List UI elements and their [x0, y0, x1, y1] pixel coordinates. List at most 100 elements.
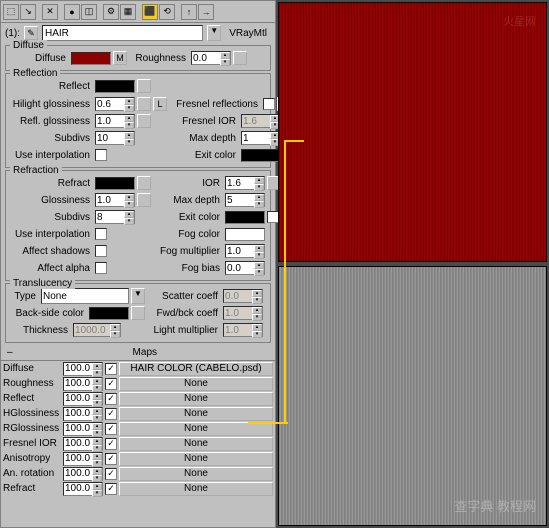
map-slot-button[interactable]: None [119, 437, 273, 451]
map-slot-button[interactable]: None [119, 377, 273, 391]
refr-exit-label: Exit color [159, 212, 223, 223]
fogbias-spinner[interactable]: ▴▾ [225, 261, 265, 275]
options-icon[interactable]: ⚙ [103, 4, 119, 20]
map-enable-checkbox[interactable]: ✓ [105, 483, 117, 495]
map-slot-button[interactable]: None [119, 482, 273, 496]
nav-icon[interactable]: ⟲ [159, 4, 175, 20]
type-dropdown-icon[interactable]: ▼ [131, 288, 145, 304]
map-row: Fresnel IOR▴▾✓None [1, 436, 275, 451]
refr-exit-swatch[interactable] [225, 211, 265, 224]
collapse-icon[interactable]: – [3, 347, 17, 358]
map-row: HGlossiness▴▾✓None [1, 406, 275, 421]
ior-spinner[interactable]: ▴▾ [225, 176, 265, 190]
map-slot-button[interactable]: HAIR COLOR (CABELO.psd) [119, 362, 273, 376]
texture-previews: 火星网 查字典 教程网 [276, 0, 549, 528]
roughness-map-button[interactable] [233, 51, 247, 65]
maps-header[interactable]: – Maps [1, 345, 275, 361]
map-slot-button[interactable]: None [119, 407, 273, 421]
material-editor-panel: ⬚ ↘ ✕ ● ◫ ⚙ ▦ ⬛ ⟲ ↑ → (1): ✎ ▼ VRayMtl D… [0, 0, 276, 528]
watermark-top: 火星网 [503, 13, 536, 29]
map-enable-checkbox[interactable]: ✓ [105, 363, 117, 375]
refr-maxdepth-spinner[interactable]: ▴▾ [225, 193, 265, 207]
refr-interp-checkbox[interactable] [95, 228, 107, 240]
map-amount-spinner[interactable]: ▴▾ [63, 467, 103, 481]
map-enable-checkbox[interactable]: ✓ [105, 438, 117, 450]
type-select[interactable]: None [41, 288, 129, 304]
delete-icon[interactable]: ✕ [42, 4, 58, 20]
go-sibling-icon[interactable]: → [198, 4, 214, 20]
map-amount-spinner[interactable]: ▴▾ [63, 482, 103, 496]
refr-gloss-map-button[interactable] [137, 193, 151, 207]
reflect-swatch[interactable] [95, 80, 135, 93]
interp-label: Use interpolation [9, 150, 93, 161]
backside-swatch[interactable] [89, 307, 129, 320]
refl-gloss-map-button[interactable] [137, 114, 151, 128]
map-label: An. rotation [3, 468, 61, 479]
refl-gloss-label: Refl. glossiness [9, 116, 93, 127]
diffuse-map-button[interactable]: M [113, 51, 127, 65]
map-amount-spinner[interactable]: ▴▾ [63, 452, 103, 466]
reflect-map-button[interactable] [137, 79, 151, 93]
refl-maxdepth-spinner[interactable]: ▴▾ [241, 131, 281, 145]
lock-button[interactable]: L [153, 97, 167, 111]
fwdbck-spinner: ▴▾ [223, 306, 263, 320]
refract-swatch[interactable] [95, 177, 135, 190]
material-dropdown-icon[interactable]: ▼ [207, 25, 221, 41]
roughness-spinner[interactable]: ▴▾ [191, 51, 231, 65]
put-material-icon[interactable]: ↘ [20, 4, 36, 20]
refract-map-button[interactable] [137, 176, 151, 190]
hilight-gloss-spinner[interactable]: ▴▾ [95, 97, 135, 111]
map-amount-spinner[interactable]: ▴▾ [63, 362, 103, 376]
toolbar: ⬚ ↘ ✕ ● ◫ ⚙ ▦ ⬛ ⟲ ↑ → [1, 1, 275, 23]
roughness-label: Roughness [129, 53, 189, 64]
backside-map-button[interactable] [131, 306, 145, 320]
fogmult-spinner[interactable]: ▴▾ [225, 244, 265, 258]
map-amount-spinner[interactable]: ▴▾ [63, 407, 103, 421]
go-parent-icon[interactable]: ↑ [181, 4, 197, 20]
get-material-icon[interactable]: ⬚ [3, 4, 19, 20]
map-enable-checkbox[interactable]: ✓ [105, 423, 117, 435]
map-amount-spinner[interactable]: ▴▾ [63, 422, 103, 436]
show-map-icon[interactable]: ▦ [120, 4, 136, 20]
refl-exit-swatch[interactable] [241, 149, 281, 162]
map-slot-button[interactable]: None [119, 467, 273, 481]
alpha-checkbox[interactable] [95, 262, 107, 274]
show-end-result-icon[interactable]: ⬛ [142, 4, 158, 20]
refr-subdivs-spinner[interactable]: ▴▾ [95, 210, 135, 224]
fresnel-checkbox[interactable] [263, 98, 275, 110]
reflect-label: Reflect [9, 81, 93, 92]
map-enable-checkbox[interactable]: ✓ [105, 468, 117, 480]
reflection-section: Reflection Reflect Hilight glossiness▴▾L… [5, 73, 271, 168]
diffuse-swatch[interactable] [71, 52, 111, 65]
exitcolor-label: Exit color [175, 150, 239, 161]
map-enable-checkbox[interactable]: ✓ [105, 408, 117, 420]
slot-label: (1): [5, 28, 20, 39]
shadows-checkbox[interactable] [95, 245, 107, 257]
map-amount-spinner[interactable]: ▴▾ [63, 392, 103, 406]
refract-label: Refract [9, 178, 93, 189]
backside-label: Back-side color [9, 308, 87, 319]
material-name-input[interactable] [42, 25, 203, 41]
hilight-map-button[interactable] [137, 97, 151, 111]
map-enable-checkbox[interactable]: ✓ [105, 378, 117, 390]
map-slot-button[interactable]: None [119, 422, 273, 436]
map-enable-checkbox[interactable]: ✓ [105, 393, 117, 405]
cube-icon[interactable]: ◫ [81, 4, 97, 20]
map-slot-button[interactable]: None [119, 452, 273, 466]
watermark-bottom: 查字典 教程网 [454, 496, 536, 515]
pick-icon[interactable]: ✎ [24, 26, 38, 40]
sphere-icon[interactable]: ● [64, 4, 80, 20]
map-amount-spinner[interactable]: ▴▾ [63, 437, 103, 451]
refr-gloss-spinner[interactable]: ▴▾ [95, 193, 135, 207]
translucency-title: Translucency [10, 278, 75, 289]
fog-swatch[interactable] [225, 228, 265, 241]
map-row: Diffuse▴▾✓HAIR COLOR (CABELO.psd) [1, 361, 275, 376]
material-type[interactable]: VRayMtl [225, 28, 271, 39]
map-enable-checkbox[interactable]: ✓ [105, 453, 117, 465]
refl-subdivs-spinner[interactable]: ▴▾ [95, 131, 135, 145]
map-label: Reflect [3, 393, 61, 404]
refl-gloss-spinner[interactable]: ▴▾ [95, 114, 135, 128]
interp-checkbox[interactable] [95, 149, 107, 161]
map-slot-button[interactable]: None [119, 392, 273, 406]
map-amount-spinner[interactable]: ▴▾ [63, 377, 103, 391]
